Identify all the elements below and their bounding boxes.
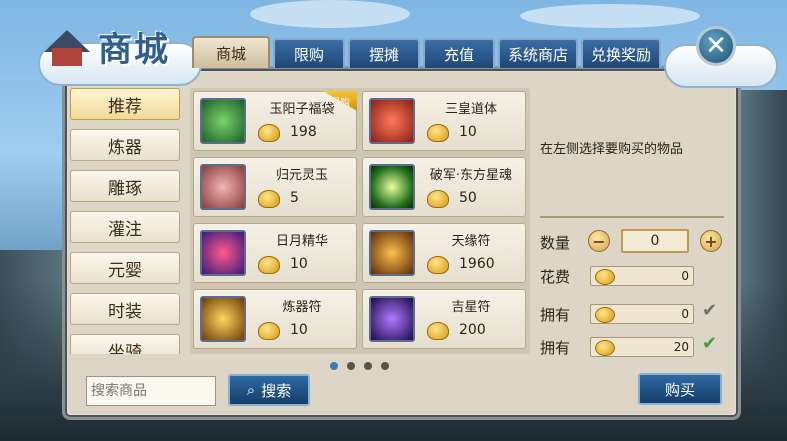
page-indicator	[330, 362, 389, 370]
background-cloud	[520, 4, 700, 28]
gold-coin-icon	[595, 269, 615, 285]
divider	[540, 216, 724, 218]
cost-value: 0	[590, 266, 694, 286]
decrease-quantity-button[interactable]: −	[588, 230, 610, 252]
category-refining[interactable]: 炼器	[70, 129, 180, 161]
item-name: 天缘符	[451, 234, 491, 249]
minus-icon: −	[592, 231, 606, 251]
page-dot[interactable]	[364, 362, 372, 370]
gold-coin-icon	[258, 256, 280, 274]
gold-coin-icon	[258, 322, 280, 340]
close-icon: ✕	[705, 31, 727, 61]
category-nascent-soul[interactable]: 元婴	[70, 252, 180, 284]
jade-icon	[200, 164, 246, 210]
owned-label: 拥有	[540, 339, 571, 357]
page-dot[interactable]	[381, 362, 389, 370]
item-name: 三皇道体	[444, 102, 497, 117]
item-price: 198	[290, 124, 317, 140]
category-mount[interactable]: 坐骑	[70, 334, 180, 354]
tab-bar: 商城 限购 摆摊 充值 系统商店 兑换奖励	[192, 36, 661, 68]
gold-coin-icon	[427, 190, 449, 208]
item-price: 200	[459, 322, 486, 338]
pagoda-body-icon	[52, 48, 82, 66]
quantity-label: 数量	[540, 234, 571, 252]
sun-moon-essence-icon	[200, 230, 246, 276]
owned-number: 20	[673, 340, 689, 354]
item-name: 炼器符	[282, 300, 322, 315]
gold-coin-icon	[258, 124, 280, 142]
item-card[interactable]: 天缘符 1960	[362, 223, 526, 283]
gold-coin-icon	[595, 307, 615, 323]
item-name: 归元灵玉	[275, 168, 328, 183]
star-soul-icon	[369, 164, 415, 210]
item-price: 10	[459, 124, 477, 140]
tab-stall[interactable]: 摆摊	[348, 38, 420, 68]
search-input[interactable]	[86, 376, 216, 406]
checkmark-icon[interactable]: ✔	[702, 300, 717, 321]
search-button[interactable]: ⌕ 搜索	[228, 374, 310, 406]
gold-coin-icon	[427, 124, 449, 142]
item-name: 玉阳子福袋	[269, 102, 335, 117]
plus-icon: +	[704, 231, 718, 251]
buy-button[interactable]: 购买	[638, 373, 722, 405]
item-name: 吉星符	[451, 300, 491, 315]
search-icon: ⌕	[246, 381, 256, 399]
tab-limited[interactable]: 限购	[273, 38, 345, 68]
bound-gold-coin-icon	[595, 340, 615, 356]
owned-number: 0	[681, 307, 689, 321]
quantity-field[interactable]: 0	[621, 229, 689, 253]
page-title: 商城	[98, 30, 170, 70]
tab-exchange-rewards[interactable]: 兑换奖励	[581, 38, 661, 68]
item-card[interactable]: 吉星符 200	[362, 289, 526, 349]
owned-gold-value: 0	[590, 304, 694, 324]
talisman-icon	[369, 230, 415, 276]
tab-system-store[interactable]: 系统商店	[498, 38, 578, 68]
item-card[interactable]: 炼器符 10	[193, 289, 357, 349]
background-cloud	[250, 0, 410, 28]
selection-hint: 在左侧选择要购买的物品	[540, 142, 684, 157]
category-list: 推荐 炼器 雕琢 灌注 元婴 时装 坐骑	[70, 88, 184, 354]
shop-title-logo: 商城	[38, 14, 202, 86]
item-card[interactable]: 三皇道体 10	[362, 91, 526, 151]
item-name: 破军·东方星魂	[429, 168, 513, 183]
lucky-star-talisman-icon	[369, 296, 415, 342]
item-card[interactable]: 日月精华 10	[193, 223, 357, 283]
item-grid: 玉阳子福袋 198 限购 三皇道体 10 归元灵玉 5 破军·东方星魂 50 日…	[190, 88, 530, 354]
checkmark-icon[interactable]: ✔	[702, 333, 717, 354]
page-dot[interactable]	[347, 362, 355, 370]
gold-coin-icon	[427, 322, 449, 340]
page-dot[interactable]	[330, 362, 338, 370]
cost-number: 0	[681, 269, 689, 283]
tab-shop[interactable]: 商城	[192, 36, 270, 68]
item-card[interactable]: 破军·东方星魂 50	[362, 157, 526, 217]
lucky-bag-icon	[200, 98, 246, 144]
item-price: 50	[459, 190, 477, 206]
category-carving[interactable]: 雕琢	[70, 170, 180, 202]
tab-recharge[interactable]: 充值	[423, 38, 495, 68]
refining-talisman-icon	[200, 296, 246, 342]
category-recommended[interactable]: 推荐	[70, 88, 180, 120]
item-price: 10	[290, 256, 308, 272]
owned-label: 拥有	[540, 306, 571, 324]
item-card[interactable]: 归元灵玉 5	[193, 157, 357, 217]
increase-quantity-button[interactable]: +	[700, 230, 722, 252]
item-card[interactable]: 玉阳子福袋 198 限购	[193, 91, 357, 151]
owned-bound-gold-value: 20	[590, 337, 694, 357]
close-button[interactable]: ✕	[696, 26, 736, 66]
item-price: 5	[290, 190, 299, 206]
item-price: 1960	[459, 256, 495, 272]
item-name: 日月精华	[275, 234, 328, 249]
category-infusion[interactable]: 灌注	[70, 211, 180, 243]
dao-body-icon	[369, 98, 415, 144]
gold-coin-icon	[258, 190, 280, 208]
category-fashion[interactable]: 时装	[70, 293, 180, 325]
cost-label: 花费	[540, 268, 571, 286]
item-price: 10	[290, 322, 308, 338]
search-button-label: 搜索	[261, 381, 292, 400]
gold-coin-icon	[427, 256, 449, 274]
